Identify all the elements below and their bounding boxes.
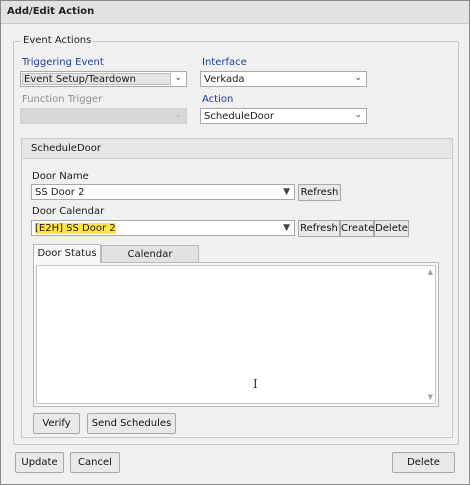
chevron-down-icon[interactable]: ▼ bbox=[283, 223, 290, 233]
door-calendar-value: [E2H] SS Door 2 bbox=[35, 223, 116, 234]
chevron-down-icon[interactable]: ▼ bbox=[283, 187, 290, 197]
schedule-door-title: ScheduleDoor bbox=[31, 143, 101, 154]
chevron-down-icon[interactable]: ⌄ bbox=[174, 73, 182, 83]
tab-door-status[interactable]: Door Status bbox=[33, 244, 101, 263]
delete-button[interactable]: Delete bbox=[392, 452, 455, 473]
door-name-refresh-button[interactable]: Refresh bbox=[298, 184, 341, 201]
scroll-down-arrow-icon[interactable]: ▼ bbox=[428, 393, 433, 401]
door-calendar-refresh-button[interactable]: Refresh bbox=[298, 220, 340, 237]
door-name-combo[interactable]: SS Door 2 ▼ bbox=[31, 184, 295, 200]
schedule-door-header: ScheduleDoor bbox=[22, 139, 452, 159]
action-label: Action bbox=[202, 94, 234, 105]
door-name-label: Door Name bbox=[32, 171, 89, 182]
scroll-up-arrow-icon[interactable]: ▲ bbox=[428, 268, 433, 276]
chevron-down-icon: ⌄ bbox=[174, 110, 182, 120]
triggering-event-label: Triggering Event bbox=[22, 57, 104, 68]
function-trigger-combo: ⌄ bbox=[20, 108, 187, 124]
update-button[interactable]: Update bbox=[15, 452, 64, 473]
door-calendar-delete-button[interactable]: Delete bbox=[374, 220, 409, 237]
add-edit-action-dialog: Add/Edit Action Event Actions Triggering… bbox=[0, 0, 470, 485]
door-calendar-create-button[interactable]: Create bbox=[340, 220, 374, 237]
interface-value: Verkada bbox=[204, 74, 245, 85]
door-calendar-label: Door Calendar bbox=[32, 206, 105, 217]
chevron-down-icon[interactable]: ⌄ bbox=[354, 110, 362, 120]
function-trigger-label: Function Trigger bbox=[22, 94, 103, 105]
interface-label: Interface bbox=[202, 57, 247, 68]
send-schedules-button[interactable]: Send Schedules bbox=[87, 413, 176, 434]
verify-button[interactable]: Verify bbox=[33, 413, 80, 434]
action-combo[interactable]: ScheduleDoor ⌄ bbox=[200, 108, 367, 124]
interface-combo[interactable]: Verkada ⌄ bbox=[200, 71, 367, 87]
tab-content: ▲ ▼ I bbox=[33, 262, 439, 407]
title-bar: Add/Edit Action bbox=[1, 1, 469, 24]
tab-calendar-exceptions[interactable]: Calendar Exceptions bbox=[101, 245, 199, 277]
triggering-event-value: Event Setup/Teardown bbox=[24, 74, 136, 85]
door-calendar-combo[interactable]: [E2H] SS Door 2 ▼ bbox=[31, 220, 295, 236]
triggering-event-combo[interactable]: Event Setup/Teardown ⌄ bbox=[20, 71, 187, 87]
door-name-value: SS Door 2 bbox=[35, 187, 85, 198]
event-actions-legend: Event Actions bbox=[21, 35, 94, 46]
window-title: Add/Edit Action bbox=[7, 6, 95, 17]
chevron-down-icon[interactable]: ⌄ bbox=[354, 73, 362, 83]
cancel-button[interactable]: Cancel bbox=[70, 452, 120, 473]
i-beam-cursor-icon: I bbox=[253, 377, 258, 391]
action-value: ScheduleDoor bbox=[204, 111, 274, 122]
door-status-textarea[interactable]: ▲ ▼ I bbox=[36, 265, 436, 404]
